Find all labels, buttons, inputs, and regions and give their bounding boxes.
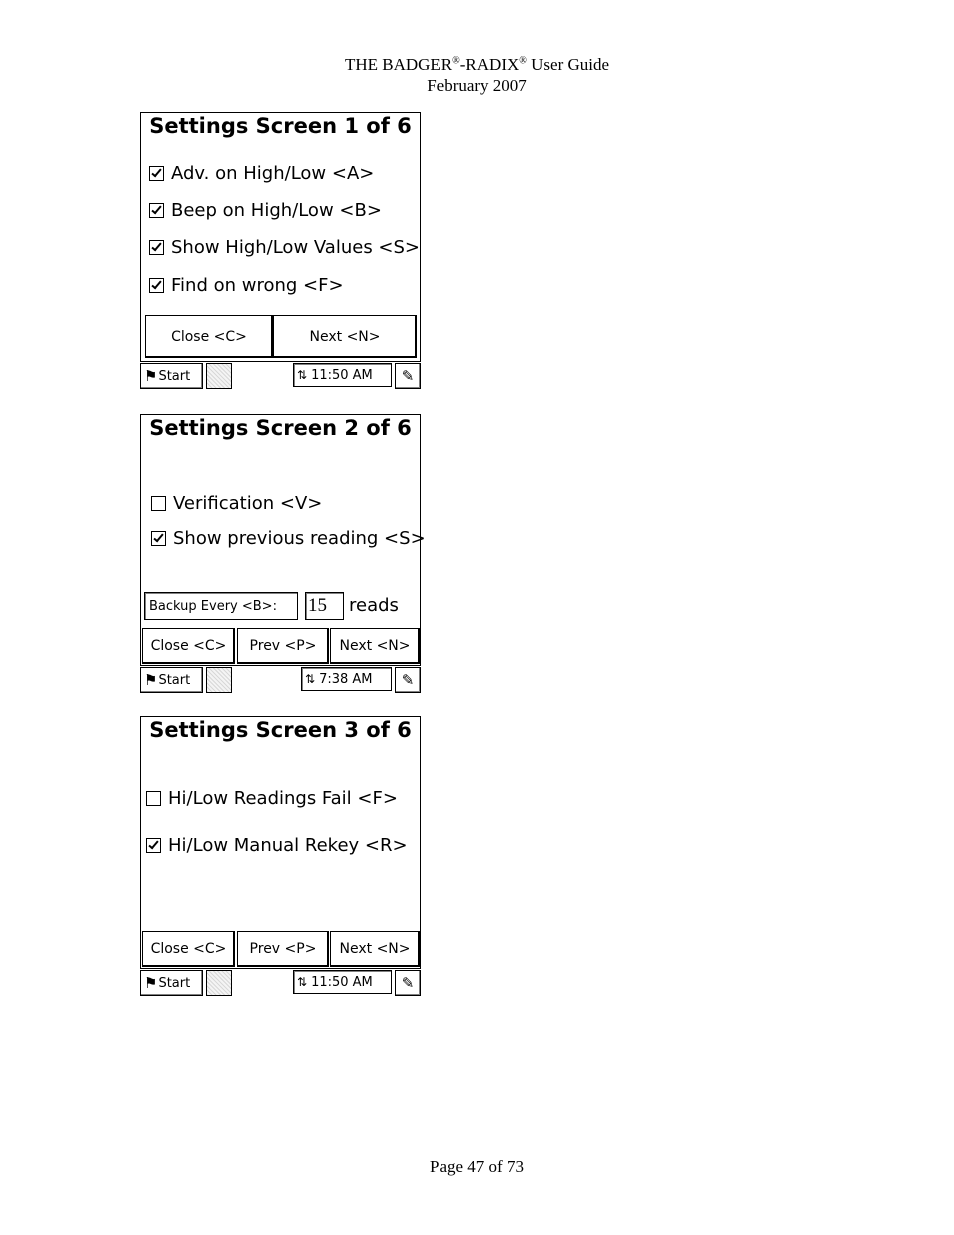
prev-button[interactable]: Prev <P> [237, 931, 329, 967]
document-date: February 2007 [427, 76, 527, 95]
windows-flag-icon: ⚑ [144, 671, 158, 689]
settings-panel: Settings Screen 3 of 6 Hi/Low Readings F… [140, 716, 421, 969]
settings-screen-3: Settings Screen 3 of 6 Hi/Low Readings F… [140, 716, 421, 997]
network-connection-icon: ⇅ [297, 975, 308, 989]
page-number: Page 47 of 73 [430, 1157, 524, 1176]
screen-title: Settings Screen 1 of 6 [149, 114, 412, 138]
settings-screen-1: Settings Screen 1 of 6 Adv. on High/Low … [140, 112, 421, 390]
backup-reads-input[interactable]: 15 [305, 592, 344, 620]
taskbar: ⚑ Start ⇅ 7:38 AM ✎ [140, 666, 421, 694]
document-title: THE BADGER®-RADIX® User Guide [344, 55, 610, 74]
checkbox-checked[interactable] [149, 240, 164, 255]
option-verification[interactable]: Verification <V> [151, 493, 322, 514]
checkbox-checked[interactable] [146, 838, 161, 853]
taskbar-blank-button[interactable] [206, 363, 232, 389]
checkbox-checked[interactable] [149, 203, 164, 218]
next-button[interactable]: Next <N> [330, 931, 420, 967]
start-button[interactable]: ⚑ Start [140, 970, 203, 996]
taskbar: ⚑ Start ⇅ 11:50 AM ✎ [140, 362, 421, 390]
input-panel-pen-icon[interactable]: ✎ [395, 363, 421, 389]
windows-flag-icon: ⚑ [144, 367, 158, 385]
option-find-on-wrong[interactable]: Find on wrong <F> [149, 275, 344, 296]
checkbox-checked[interactable] [149, 278, 164, 293]
taskbar-blank-button[interactable] [206, 970, 232, 996]
settings-panel: Settings Screen 1 of 6 Adv. on High/Low … [140, 112, 421, 362]
next-button[interactable]: Next <N> [330, 628, 420, 664]
taskbar-blank-button[interactable] [206, 667, 232, 693]
option-beep-high-low[interactable]: Beep on High/Low <B> [149, 200, 382, 221]
next-button[interactable]: Next <N> [273, 315, 417, 358]
checkbox-checked[interactable] [149, 166, 164, 181]
checkbox-unchecked[interactable] [151, 496, 166, 511]
start-button[interactable]: ⚑ Start [140, 667, 203, 693]
input-panel-pen-icon[interactable]: ✎ [395, 970, 421, 996]
tray-clock[interactable]: ⇅ 11:50 AM [293, 363, 392, 387]
document-header: THE BADGER®-RADIX® User Guide February 2… [0, 54, 954, 96]
option-hi-low-readings-fail[interactable]: Hi/Low Readings Fail <F> [146, 788, 398, 809]
option-hi-low-manual-rekey[interactable]: Hi/Low Manual Rekey <R> [146, 835, 408, 856]
reads-unit-label: reads [349, 595, 399, 616]
close-button[interactable]: Close <C> [142, 931, 235, 967]
prev-button[interactable]: Prev <P> [237, 628, 329, 664]
input-panel-pen-icon[interactable]: ✎ [395, 667, 421, 693]
tray-clock[interactable]: ⇅ 11:50 AM [293, 970, 392, 994]
screen-title: Settings Screen 3 of 6 [149, 718, 412, 742]
close-button[interactable]: Close <C> [142, 628, 235, 664]
option-adv-high-low[interactable]: Adv. on High/Low <A> [149, 163, 374, 184]
taskbar: ⚑ Start ⇅ 11:50 AM ✎ [140, 969, 421, 997]
windows-flag-icon: ⚑ [144, 974, 158, 992]
start-button[interactable]: ⚑ Start [140, 363, 203, 389]
close-button[interactable]: Close <C> [145, 315, 273, 358]
checkbox-unchecked[interactable] [146, 791, 161, 806]
option-show-high-low-values[interactable]: Show High/Low Values <S> [149, 237, 420, 258]
network-connection-icon: ⇅ [305, 672, 316, 686]
checkbox-checked[interactable] [151, 531, 166, 546]
backup-every-label: Backup Every <B>: [144, 592, 298, 620]
network-connection-icon: ⇅ [297, 368, 308, 382]
option-show-previous-reading[interactable]: Show previous reading <S> [151, 528, 426, 549]
settings-panel: Settings Screen 2 of 6 Verification <V> … [140, 414, 426, 666]
tray-clock[interactable]: ⇅ 7:38 AM [301, 667, 392, 691]
settings-screen-2: Settings Screen 2 of 6 Verification <V> … [140, 414, 426, 694]
screen-title: Settings Screen 2 of 6 [149, 416, 412, 440]
